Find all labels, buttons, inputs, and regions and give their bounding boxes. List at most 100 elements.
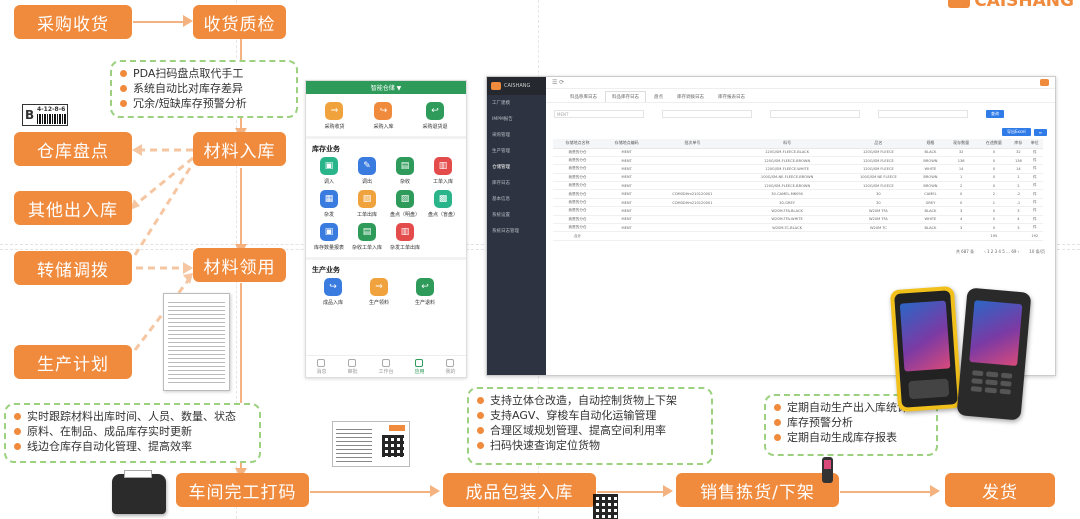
menu-item-production-return[interactable]: ↩ 生产退料 [402,278,448,306]
column-header[interactable]: 在途数量 [977,139,1011,149]
sidebar-item-purchase[interactable]: 采购管理 [487,127,546,143]
logo-icon [491,82,501,90]
column-header[interactable]: 品名 [840,139,917,149]
menu-item-work-order-outbound[interactable]: ▧ 工单出库 [348,190,386,218]
requisition-document [163,293,230,391]
material-requisition-box: 材料领用 [193,248,286,282]
table-cell: 0 [977,148,1011,157]
nav-approval[interactable]: 审批 [347,358,358,375]
table-cell: 100G/SM-NE-FLEECE-BROWN [733,173,841,183]
column-header[interactable]: 料号 [733,139,841,149]
table-row[interactable]: 我是的分仓 MENT 100G/SM-NE-FLEECE-BROWN 100G/SM … [553,173,1043,183]
material-inbound-box: 材料入库 [193,132,286,166]
table-row[interactable]: 我是的分仓 MENT 120G/SM-FLEECE-WHITE 120G/SM FLE… [553,164,1043,174]
transfer-in-icon: ▣ [320,157,338,175]
menu-item-count-open[interactable]: ▨ 盘点（明盘） [386,190,424,218]
column-header[interactable]: 单位 [1026,139,1043,149]
sidebar-item-report[interactable]: IMPM报告 [487,111,546,127]
table-cell: -1 [1010,198,1027,208]
table-row[interactable]: 我是的分仓 MENT 120G/SM-FLEECE-BROWN 120G/SM FLE… [553,156,1043,166]
table-cell: 件 [1026,181,1043,191]
menu-item-purchase-receiving[interactable]: ⇒ 采购收货 [324,102,345,130]
table-cell [651,164,734,174]
misc-receipt-icon: ▤ [396,157,414,175]
column-header[interactable]: 现存数量 [944,139,978,149]
pagination-pages[interactable]: ‹ 1 2 3 4 5 … 69 › [984,249,1019,255]
column-header[interactable]: 存储地点编码 [602,139,652,149]
column-header[interactable]: 库存 [1010,139,1027,149]
qr-code-icon [382,435,404,457]
table-row[interactable]: 我是的分仓 MENT COM0DHm210120001 30-GREY 30 GREY 0 1… [553,198,1043,208]
column-header[interactable]: 规格 [916,139,945,149]
menu-item-purchase-return[interactable]: ↩ 采购退货退 [422,102,448,130]
table-cell: 件 [1026,164,1043,174]
table-cell [651,181,734,191]
menu-item-misc-receipt[interactable]: ▤ 杂收 [386,157,424,185]
export-button[interactable]: 导出Excel [1002,128,1031,136]
menu-item-production-picking[interactable]: ⇒ 生产领料 [356,278,402,306]
user-icon [446,358,455,367]
table-toolbar: 导出Excel ≡ [546,125,1055,139]
batch-filter-input[interactable] [662,110,752,118]
total-value: 195 [977,231,1011,241]
tab-count[interactable]: 盘点 [648,92,669,102]
note-item: PDA扫码盘点取代手工 [120,66,288,81]
bullet-icon [774,434,781,441]
sidebar-item-factory[interactable]: 工厂建模 [487,95,546,111]
menu-item-misc-issue[interactable]: ▦ 杂发 [310,190,348,218]
table-cell: 0 [977,206,1011,216]
label-printer [112,470,166,514]
table-cell: 120G/SM-FLEECE-BROWN [733,156,841,166]
menu-item-stock-report[interactable]: ▣ 库存数量报表 [310,223,348,251]
pda-screen [969,300,1023,367]
menu-item-misc-wo-inbound[interactable]: ▤ 杂收工单入库 [348,223,386,251]
page-size-select[interactable]: 10 条/页 [1029,249,1045,255]
column-header[interactable]: 存储地点名称 [553,139,603,149]
location-filter-input[interactable]: MENT [554,110,644,118]
menu-toggle-icon[interactable]: ☰ ⟳ [552,79,564,86]
inbound-icon: ↪ [374,102,393,120]
columns-button[interactable]: ≡ [1033,128,1047,136]
name-filter-input[interactable] [878,110,968,118]
sidebar-item-settings[interactable]: 系统设置 [487,207,546,223]
desktop-topbar: ☰ ⟳ [546,77,1055,89]
nav-me[interactable]: 我的 [445,358,456,375]
user-avatar[interactable] [1040,79,1049,86]
table-row[interactable]: 我是的分仓 MENT 120G/SM-FLEECE-BLACK 120G/SM FLE… [553,148,1043,157]
table-cell: 1 [944,173,978,183]
menu-item-purchase-inbound[interactable]: ↪ 采购入库 [373,102,394,130]
nav-workbench[interactable]: 工作台 [378,358,394,375]
table-row[interactable]: 我是的分仓 MENT W20M-TC-BLACK W20M TC BLACK 3 0 3 件 [553,223,1043,233]
menu-item-misc-wo-outbound[interactable]: ▥ 杂发工单出库 [386,223,424,251]
table-cell [651,223,734,233]
table-cell: 3 [944,206,978,216]
tab-report-log[interactable]: 库存报表日志 [712,92,751,102]
table-row[interactable]: 我是的分仓 MENT COM0DHm210120001 30-CAMEL-M6090 3… [553,189,1043,199]
sidebar-item-basic-info[interactable]: 基本信息 [487,191,546,207]
nav-apps[interactable]: 应用 [414,358,425,375]
table-row[interactable]: 我是的分仓 MENT W20M-TFA-WHITE W20M TFA WHITE 4 0 4 件 [553,215,1043,225]
sidebar-item-production[interactable]: 生产管理 [487,143,546,159]
other-inbound-box: 其他出入库 [14,191,132,225]
purchase-receiving-box: 采购收货 [14,5,132,39]
sidebar-item-warehouse[interactable]: 仓储管理 [487,159,546,175]
table-row[interactable]: 我是的分仓 MENT W20M-TFA-BLACK W20M TFA BLACK 3 0 3 件 [553,206,1043,216]
scanner-screen [824,460,831,469]
sidebar-item-stock-log[interactable]: 库存日志 [487,175,546,191]
tab-stock-log[interactable]: 料品库存日志 [605,91,646,102]
menu-item-product-inbound[interactable]: ↪ 成品入库 [310,278,356,306]
table-row[interactable]: 我是的分仓 MENT 120G/SM-FLEECE-BROWN 120G/SM FLE… [553,181,1043,191]
sidebar-item-system-log[interactable]: 系统日志管理 [487,223,546,239]
tab-transfer-log[interactable]: 库存调拨日志 [671,92,710,102]
search-button[interactable]: 查询 [986,110,1004,118]
column-header[interactable]: 批次单号 [651,139,734,149]
menu-item-work-order-inbound[interactable]: ▥ 工单入库 [424,157,462,185]
tab-move-log[interactable]: 料品移库日志 [564,92,603,102]
table-cell: MENT [602,189,652,199]
menu-item-transfer-in[interactable]: ▣ 调入 [310,157,348,185]
note-item: 扫码快速查询定位货物 [477,438,703,453]
menu-item-count-blind[interactable]: ▩ 盘点（盲盘） [424,190,462,218]
nav-messages[interactable]: 消息 [316,358,327,375]
item-filter-input[interactable] [770,110,860,118]
menu-item-transfer-out[interactable]: ✎ 调出 [348,157,386,185]
